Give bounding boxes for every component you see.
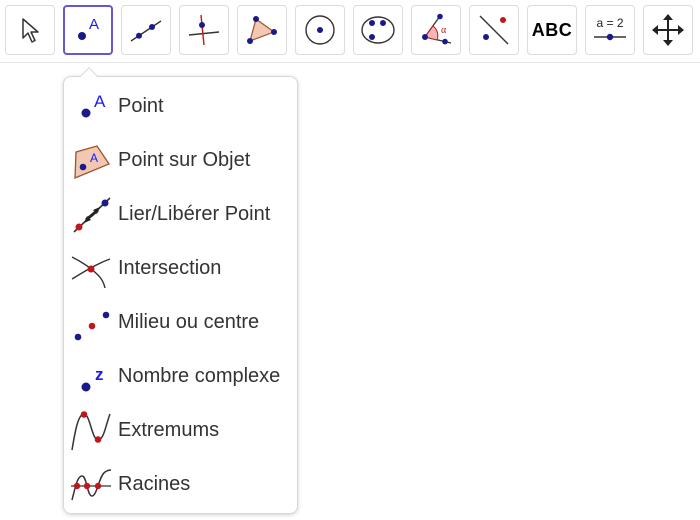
menu-item-complex-number[interactable]: z Nombre complexe <box>64 353 297 401</box>
point-on-object-icon: A <box>74 145 110 179</box>
point-tools-menu: A Point A Point sur Objet Lier/Libérer P… <box>63 76 298 514</box>
point-tool-icon: A <box>78 16 99 40</box>
attach-detach-point-icon <box>73 197 111 233</box>
line-tool-icon <box>130 20 162 42</box>
slider-tool-label: a = 2 <box>596 16 623 30</box>
move-graphics-view-icon <box>652 14 684 46</box>
menu-item-label: Milieu ou centre <box>118 311 260 333</box>
point-icon-label: A <box>94 92 106 111</box>
point-icon: A <box>81 92 106 118</box>
ellipse-tool-button[interactable] <box>353 5 403 55</box>
reflect-tool-icon <box>479 15 509 45</box>
toolbar: A α ABC a = 2 <box>0 0 700 63</box>
polygon-tool-icon <box>247 16 277 44</box>
roots-icon <box>71 469 112 501</box>
menu-item-label: Extremums <box>118 419 220 441</box>
menu-item-point[interactable]: A Point <box>64 83 297 131</box>
slider-tool-icon: a = 2 <box>594 16 626 41</box>
move-graphics-view-button[interactable] <box>643 5 693 55</box>
text-tool-button[interactable]: ABC <box>527 5 577 55</box>
point-tool-button[interactable]: A <box>63 5 113 55</box>
circle-tool-button[interactable] <box>295 5 345 55</box>
extremum-icon <box>71 411 111 451</box>
angle-tool-label: α <box>441 25 447 36</box>
complex-number-icon-label: z <box>95 365 104 384</box>
perpendicular-line-tool-icon <box>188 14 220 46</box>
point-on-object-icon-label: A <box>90 151 98 165</box>
reflect-tool-button[interactable] <box>469 5 519 55</box>
menu-item-midpoint[interactable]: Milieu ou centre <box>64 299 297 347</box>
midpoint-icon <box>74 311 110 341</box>
menu-item-label: Lier/Libérer Point <box>118 203 271 225</box>
menu-item-point-on-object[interactable]: A Point sur Objet <box>64 137 297 185</box>
menu-item-extremum[interactable]: Extremums <box>64 407 297 455</box>
menu-item-attach-detach-point[interactable]: Lier/Libérer Point <box>64 191 297 239</box>
menu-item-label: Nombre complexe <box>118 365 281 387</box>
move-tool-icon <box>22 18 39 43</box>
menu-caret <box>80 65 98 77</box>
polygon-tool-button[interactable] <box>237 5 287 55</box>
circle-tool-icon <box>305 15 335 45</box>
menu-item-label: Intersection <box>118 257 222 279</box>
point-tool-label: A <box>89 16 99 33</box>
intersection-icon <box>71 256 111 289</box>
slider-tool-button[interactable]: a = 2 <box>585 5 635 55</box>
menu-item-roots[interactable]: Racines <box>64 461 297 509</box>
move-tool-button[interactable] <box>5 5 55 55</box>
angle-tool-icon: α <box>422 13 452 45</box>
complex-number-icon: z <box>81 365 104 392</box>
menu-item-label: Point sur Objet <box>118 149 251 171</box>
perpendicular-line-tool-button[interactable] <box>179 5 229 55</box>
angle-tool-button[interactable]: α <box>411 5 461 55</box>
ellipse-tool-icon <box>361 16 395 44</box>
line-tool-button[interactable] <box>121 5 171 55</box>
text-tool-icon: ABC <box>531 19 573 40</box>
menu-item-intersection[interactable]: Intersection <box>64 245 297 293</box>
menu-item-label: Point <box>118 95 164 117</box>
menu-item-label: Racines <box>118 473 191 495</box>
